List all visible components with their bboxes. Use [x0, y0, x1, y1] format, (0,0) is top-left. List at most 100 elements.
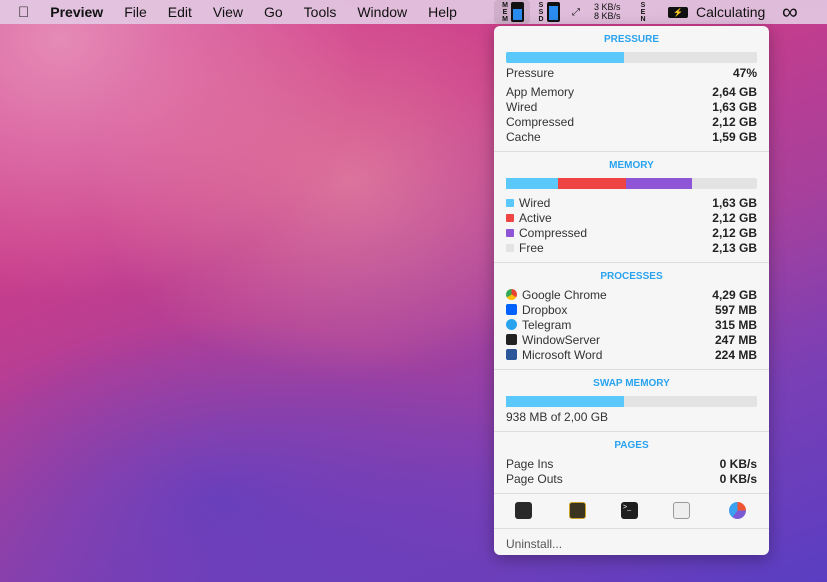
list-item: WindowServer 247 MB: [506, 332, 757, 347]
label-text: Free: [519, 240, 544, 255]
list-item: Active 2,12 GB: [506, 210, 757, 225]
swap-bar: [506, 396, 757, 407]
row-value: 0 KB/s: [719, 471, 757, 486]
menu-file[interactable]: File: [124, 4, 147, 20]
legend-swatch: [506, 198, 514, 207]
list-item: Google Chrome 4,29 GB: [506, 287, 757, 302]
list-item: Microsoft Word 224 MB: [506, 347, 757, 362]
list-item: Pressure 47%: [506, 65, 757, 80]
pressure-title: PRESSURE: [603, 34, 659, 45]
battery-charging-icon: ⚡: [668, 6, 688, 18]
row-value: 47%: [732, 65, 757, 80]
row-label: Page Ins: [506, 457, 553, 471]
list-item: Page Ins 0 KB/s: [506, 456, 757, 471]
row-value: 2,12 GB: [712, 225, 757, 240]
row-value: 247 MB: [714, 332, 757, 347]
terminal-icon[interactable]: >_: [621, 502, 638, 519]
label-text: Active: [519, 210, 552, 225]
dropbox-icon: [506, 304, 517, 315]
row-value: 1,63 GB: [712, 195, 757, 210]
ssd-bar-icon: [547, 2, 560, 22]
row-value: 2,12 GB: [712, 210, 757, 225]
label-text: Wired: [506, 99, 538, 114]
memory-panel: PRESSURE Pressure 47% App Memory 2,64 GB Wir…: [494, 26, 769, 555]
row-value: 2,12 GB: [712, 114, 757, 129]
memory-bar-active: [558, 178, 626, 189]
list-item: Dropbox 597 MB: [506, 302, 757, 317]
row-label: Wired: [506, 100, 537, 114]
label-text: Dropbox: [522, 302, 568, 317]
menu-window[interactable]: Window: [357, 4, 407, 20]
label-text: Compressed: [506, 114, 575, 129]
row-label: Telegram: [506, 318, 571, 332]
row-value: 1,59 GB: [712, 129, 757, 144]
mem-label: MEM: [502, 1, 508, 23]
console-icon[interactable]: [569, 502, 586, 519]
ssd-label: SSD: [538, 1, 544, 23]
apple-icon[interactable]: : [18, 4, 29, 21]
row-label: Google Chrome: [506, 288, 607, 302]
row-label: Wired: [506, 196, 550, 210]
system-information-icon[interactable]: [673, 502, 690, 519]
sensors-status-item[interactable]: SEN: [640, 0, 646, 24]
row-label: Free: [506, 241, 544, 255]
row-label: App Memory: [506, 85, 574, 99]
label-text: Cache: [506, 129, 541, 144]
list-item: Cache 1,59 GB: [506, 129, 757, 144]
activity-monitor-icon[interactable]: [515, 502, 532, 519]
label-text: Wired: [519, 195, 551, 210]
row-value: 0 KB/s: [719, 456, 757, 471]
sensors-label: SEN: [640, 1, 646, 23]
ssd-status-item[interactable]: SSD: [538, 0, 560, 24]
row-value: 224 MB: [714, 347, 757, 362]
chrome-icon: [506, 289, 517, 300]
network-arrows-icon[interactable]: ⤢: [572, 0, 580, 24]
windowserver-icon: [506, 334, 517, 345]
swap-usage: 938 MB of 2,00 GB: [506, 409, 609, 424]
pages-title: PAGES: [614, 440, 649, 451]
list-item: Compressed 2,12 GB: [506, 114, 757, 129]
menu-go[interactable]: Go: [264, 4, 283, 20]
list-item: Wired 1,63 GB: [506, 195, 757, 210]
memory-bar: [506, 178, 757, 189]
list-item: Free 2,13 GB: [506, 240, 757, 255]
row-label: Dropbox: [506, 303, 567, 317]
row-value: 4,29 GB: [712, 287, 757, 302]
memory-bar-wired: [506, 178, 558, 189]
menu-tools[interactable]: Tools: [304, 4, 337, 20]
download-speed: 8 KB/s: [594, 11, 621, 21]
network-status-item[interactable]: 3 KB/s 8 KB/s: [594, 0, 621, 24]
row-label: Cache: [506, 130, 541, 144]
menu-view[interactable]: View: [213, 4, 243, 20]
label-text: Microsoft Word: [522, 347, 603, 362]
row-value: 2,13 GB: [712, 240, 757, 255]
processes-title: PROCESSES: [600, 271, 663, 282]
menu-help[interactable]: Help: [428, 4, 457, 20]
row-value: 597 MB: [714, 302, 757, 317]
legend-swatch: [506, 228, 514, 237]
list-item: Compressed 2,12 GB: [506, 225, 757, 240]
mem-status-item[interactable]: MEM: [494, 0, 530, 24]
swap-title: SWAP MEMORY: [593, 378, 670, 389]
infinity-icon[interactable]: ∞: [782, 0, 812, 24]
list-item: Wired 1,63 GB: [506, 99, 757, 114]
menu-edit[interactable]: Edit: [168, 4, 192, 20]
memory-title: MEMORY: [609, 160, 654, 171]
label-text: Pressure: [506, 65, 555, 80]
label-text: Compressed: [519, 225, 588, 240]
pressure-bar: [506, 52, 757, 63]
row-value: 315 MB: [714, 317, 757, 332]
row-label: Microsoft Word: [506, 348, 602, 362]
mem-bar-icon: [511, 2, 524, 22]
swap-text: 938 MB of 2,00 GB: [506, 409, 757, 424]
disk-utility-icon[interactable]: [729, 502, 746, 519]
uninstall-button[interactable]: Uninstall...: [506, 536, 757, 551]
label-text: Page Ins: [506, 456, 554, 471]
list-item: App Memory 2,64 GB: [506, 84, 757, 99]
menu-app[interactable]: Preview: [50, 4, 103, 20]
label-text: Google Chrome: [522, 287, 607, 302]
row-label: Active: [506, 211, 552, 225]
row-label: Page Outs: [506, 472, 563, 486]
battery-status-item[interactable]: ⚡ Calculating: [668, 0, 765, 24]
memory-bar-compressed: [626, 178, 692, 189]
